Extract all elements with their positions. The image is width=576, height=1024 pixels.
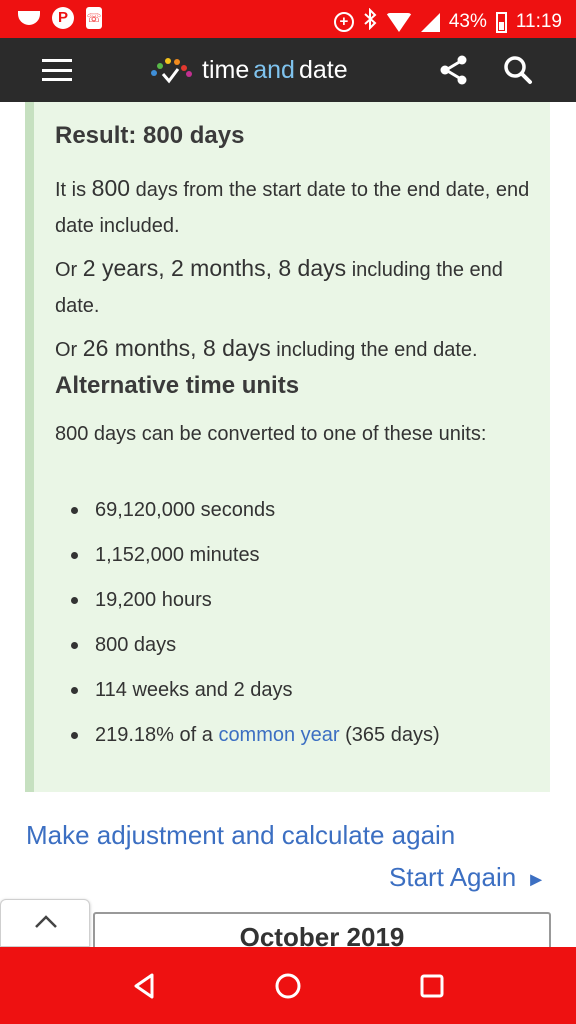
system-nav-bar <box>0 947 576 1024</box>
app-header: time and date <box>0 38 576 102</box>
share-icon[interactable] <box>438 54 470 86</box>
back-icon[interactable] <box>130 971 160 1001</box>
text-fragment: including the end date. <box>270 339 478 361</box>
highlight-value: 2 years, 2 months, 8 days <box>82 255 347 281</box>
units-list: 69,120,000 seconds 1,152,000 minutes 19,… <box>55 492 440 762</box>
phone-icon: ☏ <box>86 7 102 29</box>
highlight-value: 26 months, 8 days <box>82 335 271 361</box>
scroll-to-top-button[interactable] <box>0 899 90 947</box>
result-months-days: Or 26 months, 8 days including the end d… <box>55 330 478 368</box>
bluetooth-icon <box>363 7 377 36</box>
text-fragment: (365 days) <box>339 724 440 746</box>
text-fragment: 219.18% of a <box>95 724 219 746</box>
list-item: 19,200 hours <box>55 582 440 627</box>
common-year-link[interactable]: common year <box>218 724 339 746</box>
result-total-days: It is 800 days from the start date to th… <box>55 170 535 244</box>
battery-percent: 43% <box>448 11 487 32</box>
result-title: Result: 800 days <box>55 122 245 149</box>
battery-icon <box>495 11 507 33</box>
status-right-icons: + 43% 11:19 <box>333 7 562 36</box>
list-item: 114 weeks and 2 days <box>55 672 440 717</box>
highlight-value: 800 <box>91 175 131 201</box>
home-icon[interactable] <box>273 971 303 1001</box>
alternative-units-intro: 800 days can be converted to one of thes… <box>55 423 487 445</box>
hamburger-icon[interactable] <box>42 59 72 81</box>
data-saver-icon: + <box>333 12 354 32</box>
text-fragment: Or <box>55 259 83 281</box>
logo-date: date <box>298 55 348 84</box>
signal-icon <box>420 12 440 32</box>
result-years-months-days: Or 2 years, 2 months, 8 days including t… <box>55 250 535 324</box>
text-fragment: It is <box>55 179 92 201</box>
adjust-calculate-link[interactable]: Make adjustment and calculate again <box>26 820 455 851</box>
logo-and: and <box>253 55 295 84</box>
status-left-icons: P ☏ <box>18 7 102 29</box>
logo-dots-icon <box>151 58 192 84</box>
clock: 11:19 <box>515 11 562 32</box>
logo-time: time <box>202 55 250 84</box>
list-item: 219.18% of a common year (365 days) <box>55 717 440 762</box>
recents-icon[interactable] <box>417 971 447 1001</box>
pill-icon <box>18 11 40 25</box>
wifi-icon <box>385 12 412 32</box>
chevron-up-icon <box>35 915 57 928</box>
list-item: 800 days <box>55 627 440 672</box>
text-fragment: Or <box>55 339 83 361</box>
list-item: 1,152,000 minutes <box>55 537 440 582</box>
status-bar: P ☏ + 43% 11:19 <box>0 0 576 38</box>
arrow-right-icon: ► <box>526 869 546 891</box>
p-icon: P <box>52 7 74 29</box>
start-again-link[interactable]: Start Again ► <box>389 862 546 893</box>
site-logo[interactable]: time and date <box>146 53 348 87</box>
list-item: 69,120,000 seconds <box>55 492 440 537</box>
alternative-units-title: Alternative time units <box>55 372 300 399</box>
search-icon[interactable] <box>502 54 534 86</box>
start-again-label: Start Again <box>389 862 517 892</box>
result-panel: Result: 800 days It is 800 days from the… <box>25 102 550 792</box>
